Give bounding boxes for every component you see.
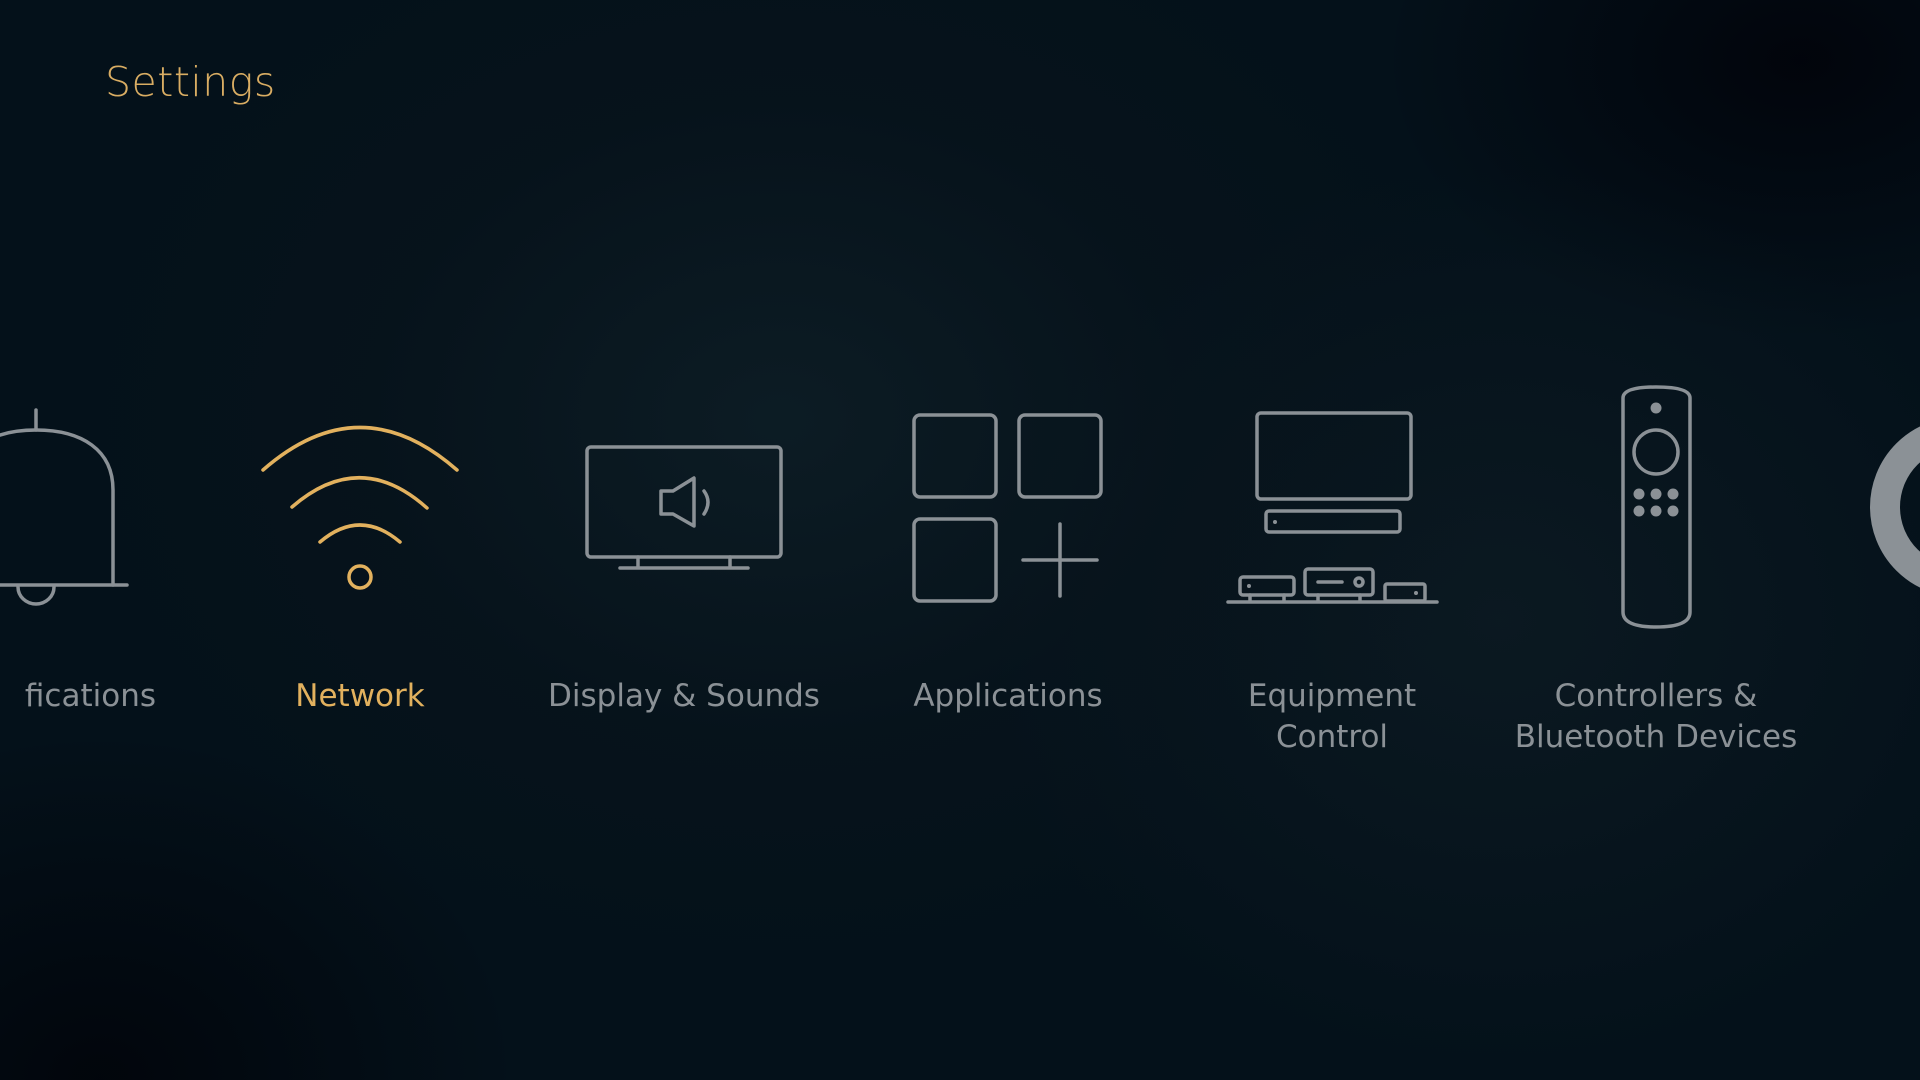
menu-item-equipment-control[interactable]: Equipment Control (1172, 370, 1492, 770)
menu-item-next-partial[interactable] (1820, 370, 1920, 770)
menu-item-label: Controllers & Bluetooth Devices (1514, 678, 1798, 755)
bell-icon (0, 408, 129, 606)
menu-item-applications[interactable]: Applications (848, 370, 1168, 770)
menu-item-network[interactable]: Network (200, 370, 520, 770)
menu-item-controllers-bluetooth[interactable]: Controllers & Bluetooth Devices (1496, 370, 1816, 770)
ring-icon (1870, 426, 1920, 588)
remote-control-icon (1621, 385, 1692, 629)
tv-speaker-icon (585, 445, 783, 570)
apps-grid-plus-icon (912, 413, 1103, 603)
settings-carousel: fications Network Display & Sounds Appli… (0, 0, 1920, 1080)
tv-equipment-icon (1226, 411, 1439, 604)
menu-item-label: fications (24, 678, 156, 714)
menu-item-display-sounds[interactable]: Display & Sounds (524, 370, 844, 770)
wifi-icon (261, 425, 459, 590)
